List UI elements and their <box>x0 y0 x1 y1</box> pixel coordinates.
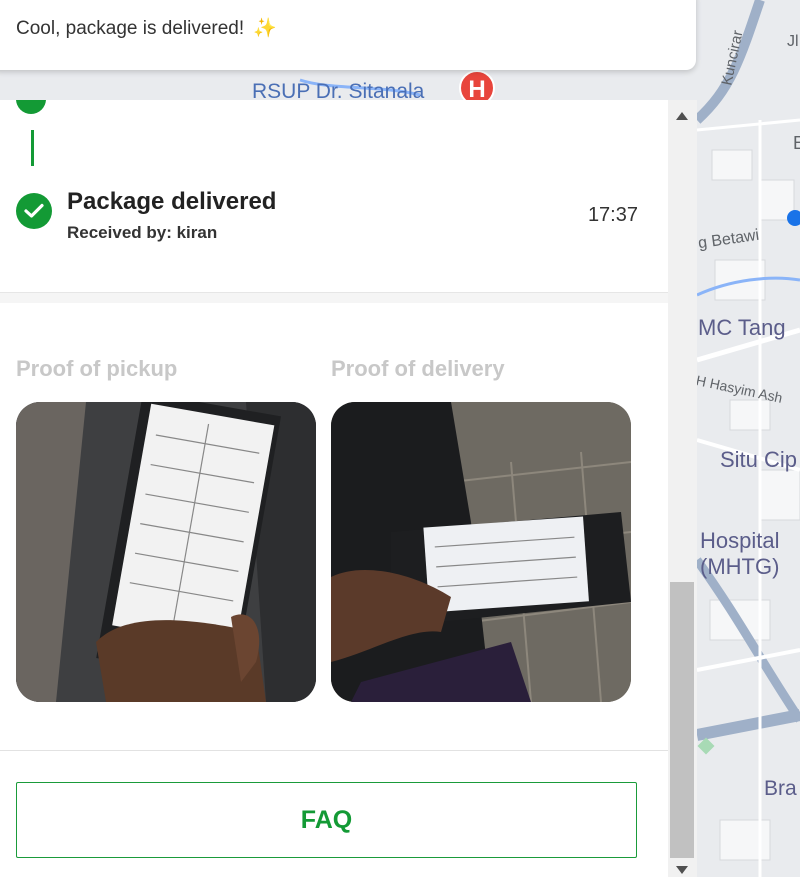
timeline-connector <box>31 130 34 166</box>
map-label-situ: Situ Cip <box>720 447 798 472</box>
proof-of-pickup-label: Proof of pickup <box>16 356 178 381</box>
proof-of-pickup-photo[interactable] <box>16 402 316 702</box>
proof-of-delivery-photo[interactable] <box>331 402 631 702</box>
sparkle-icon: ✨ <box>253 18 278 39</box>
delivery-toast: Cool, package is delivered! ✨ <box>0 0 696 70</box>
map-label-hospital: Hospital (MHTG) <box>700 528 779 580</box>
scroll-up-arrow-icon[interactable] <box>676 112 688 120</box>
map-label-hospital-line1: Hospital <box>700 528 780 553</box>
status-title: Package delivered <box>67 188 277 215</box>
scroll-down-arrow-icon[interactable] <box>676 866 688 874</box>
status-time: 17:37 <box>587 204 638 226</box>
scrollbar-thumb[interactable] <box>670 582 694 858</box>
map-label-hospital-line2: (MHTG) <box>700 554 780 579</box>
section-divider <box>0 292 668 303</box>
faq-button[interactable]: FAQ <box>16 782 637 858</box>
toast-message-row: Cool, package is delivered! ✨ <box>16 16 277 40</box>
checkmark-icon <box>16 193 52 229</box>
proof-of-delivery-label: Proof of delivery <box>331 356 505 381</box>
map-label-e: E <box>793 133 800 153</box>
delivery-details-panel: Package delivered Received by: kiran 17:… <box>0 100 668 877</box>
map-label-ji: Jl <box>787 33 799 50</box>
toast-message: Cool, package is delivered! <box>16 18 245 39</box>
section-divider-bottom <box>0 750 668 751</box>
map-label-bra: Bra <box>764 777 797 800</box>
panel-scrollbar[interactable] <box>668 100 697 877</box>
previous-step-check-icon <box>16 100 46 114</box>
received-by-text: Received by: kiran <box>67 223 218 242</box>
map-label-mc: MC Tang <box>698 315 786 340</box>
